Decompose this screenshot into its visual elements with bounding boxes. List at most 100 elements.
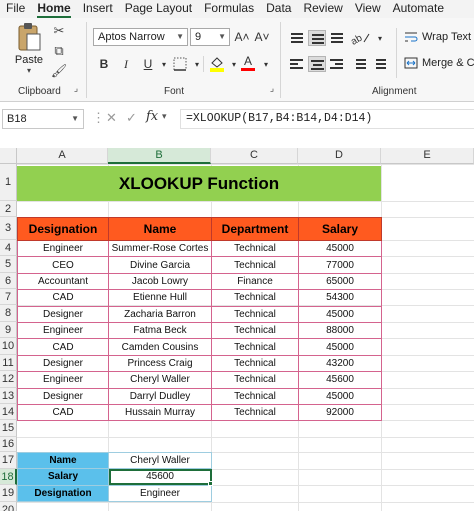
row-header-9[interactable]: 9: [0, 322, 17, 338]
table-cell[interactable]: Zacharia Barron: [108, 305, 212, 323]
row-header-7[interactable]: 7: [0, 289, 17, 305]
row-header-20[interactable]: 20: [0, 502, 17, 511]
table-cell[interactable]: 45000: [298, 338, 382, 356]
row-header-3[interactable]: 3: [0, 217, 17, 240]
row-header-2[interactable]: 2: [0, 201, 17, 217]
font-size-select[interactable]: 9 ▼: [190, 28, 230, 46]
cut-icon[interactable]: ✂: [50, 22, 68, 40]
tab-review[interactable]: Review: [297, 0, 348, 18]
column-header-c[interactable]: C: [211, 148, 298, 164]
header-name[interactable]: Name: [108, 217, 212, 241]
table-cell[interactable]: Technical: [211, 256, 299, 274]
table-cell[interactable]: Technical: [211, 338, 299, 356]
lookup-value[interactable]: Cheryl Waller: [108, 451, 212, 470]
chevron-down-icon[interactable]: ▾: [258, 56, 274, 72]
dialog-launcher-icon[interactable]: ⌟: [266, 82, 278, 94]
table-cell[interactable]: Designer: [17, 354, 109, 373]
table-cell[interactable]: Technical: [211, 387, 299, 405]
table-cell[interactable]: Accountant: [17, 272, 109, 291]
table-cell[interactable]: Technical: [211, 403, 299, 422]
row-header-6[interactable]: 6: [0, 273, 17, 289]
table-cell[interactable]: Fatma Beck: [108, 321, 212, 340]
row-header-17[interactable]: 17: [0, 452, 17, 469]
increase-indent-icon[interactable]: [370, 56, 388, 72]
tab-data[interactable]: Data: [260, 0, 297, 18]
tab-file[interactable]: File: [0, 0, 31, 18]
top-align-icon[interactable]: [288, 30, 306, 46]
table-cell[interactable]: Cheryl Waller: [108, 371, 212, 389]
lookup-label[interactable]: Designation: [17, 484, 109, 502]
column-header-a[interactable]: A: [17, 148, 108, 164]
table-cell[interactable]: Camden Cousins: [108, 338, 212, 356]
table-cell[interactable]: CEO: [17, 256, 109, 274]
chevron-down-icon[interactable]: ▾: [27, 66, 31, 75]
table-cell[interactable]: Darryl Dudley: [108, 387, 212, 405]
format-painter-icon[interactable]: 🖌: [50, 62, 68, 80]
chevron-down-icon[interactable]: ▾: [162, 111, 167, 122]
borders-icon[interactable]: [172, 56, 188, 72]
fill-handle[interactable]: [208, 481, 213, 486]
table-cell[interactable]: 45000: [298, 305, 382, 323]
fill-color-icon[interactable]: [208, 54, 226, 72]
table-cell[interactable]: 45000: [298, 239, 382, 258]
header-designation[interactable]: Designation: [17, 217, 109, 241]
table-cell[interactable]: CAD: [17, 403, 109, 422]
table-cell[interactable]: Engineer: [17, 321, 109, 340]
row-header-5[interactable]: 5: [0, 256, 17, 273]
column-header-b[interactable]: B: [108, 148, 211, 164]
table-cell[interactable]: Divine Garcia: [108, 256, 212, 274]
table-cell[interactable]: 92000: [298, 403, 382, 422]
column-header-e[interactable]: E: [381, 148, 474, 164]
bold-button[interactable]: B: [96, 56, 112, 72]
chevron-down-icon[interactable]: ▾: [156, 56, 172, 72]
tab-insert[interactable]: Insert: [77, 0, 119, 18]
lookup-value[interactable]: Engineer: [108, 484, 212, 502]
formula-input[interactable]: =XLOOKUP(B17,B4:B14,D4:D14): [180, 109, 474, 129]
copy-icon[interactable]: ⧉: [50, 42, 68, 60]
lookup-label[interactable]: Name: [17, 451, 109, 470]
table-cell[interactable]: Technical: [211, 354, 299, 373]
row-header-16[interactable]: 16: [0, 437, 17, 452]
table-cell[interactable]: CAD: [17, 289, 109, 307]
align-right-icon[interactable]: [328, 56, 346, 72]
row-header-12[interactable]: 12: [0, 371, 17, 388]
orientation-icon[interactable]: ab: [350, 30, 372, 46]
row-header-19[interactable]: 19: [0, 485, 17, 502]
table-cell[interactable]: Engineer: [17, 239, 109, 258]
table-cell[interactable]: Engineer: [17, 371, 109, 389]
middle-align-icon[interactable]: [308, 30, 326, 46]
sheet-title[interactable]: XLOOKUP Function: [17, 166, 381, 201]
name-box[interactable]: B18 ▼: [2, 109, 84, 129]
table-cell[interactable]: Technical: [211, 321, 299, 340]
table-cell[interactable]: Designer: [17, 387, 109, 405]
tab-home[interactable]: Home: [31, 0, 76, 18]
tab-automate[interactable]: Automate: [387, 0, 450, 18]
row-header-4[interactable]: 4: [0, 240, 17, 256]
italic-button[interactable]: I: [118, 56, 134, 72]
table-cell[interactable]: Technical: [211, 305, 299, 323]
font-color-button[interactable]: A: [240, 53, 256, 73]
row-header-13[interactable]: 13: [0, 388, 17, 404]
tab-page-layout[interactable]: Page Layout: [119, 0, 198, 18]
decrease-indent-icon[interactable]: [350, 56, 368, 72]
font-name-select[interactable]: Aptos Narrow ▼: [93, 28, 188, 46]
table-cell[interactable]: CAD: [17, 338, 109, 356]
row-header-14[interactable]: 14: [0, 404, 17, 420]
table-cell[interactable]: 43200: [298, 354, 382, 373]
table-cell[interactable]: 88000: [298, 321, 382, 340]
paste-button[interactable]: Paste ▾: [12, 22, 46, 80]
chevron-down-icon[interactable]: ▾: [372, 30, 388, 46]
row-header-1[interactable]: 1: [0, 164, 17, 201]
active-cell[interactable]: 45600: [108, 468, 212, 486]
tab-view[interactable]: View: [349, 0, 387, 18]
align-left-icon[interactable]: [288, 56, 306, 72]
table-cell[interactable]: 54300: [298, 289, 382, 307]
row-header-15[interactable]: 15: [0, 420, 17, 437]
grow-font-icon[interactable]: A˄: [234, 29, 250, 45]
align-center-icon[interactable]: [308, 56, 326, 72]
header-salary[interactable]: Salary: [298, 217, 382, 241]
insert-function-button[interactable]: fx: [146, 109, 158, 124]
table-cell[interactable]: Technical: [211, 239, 299, 258]
row-header-18[interactable]: 18: [0, 469, 17, 485]
select-all-corner[interactable]: [0, 148, 17, 164]
